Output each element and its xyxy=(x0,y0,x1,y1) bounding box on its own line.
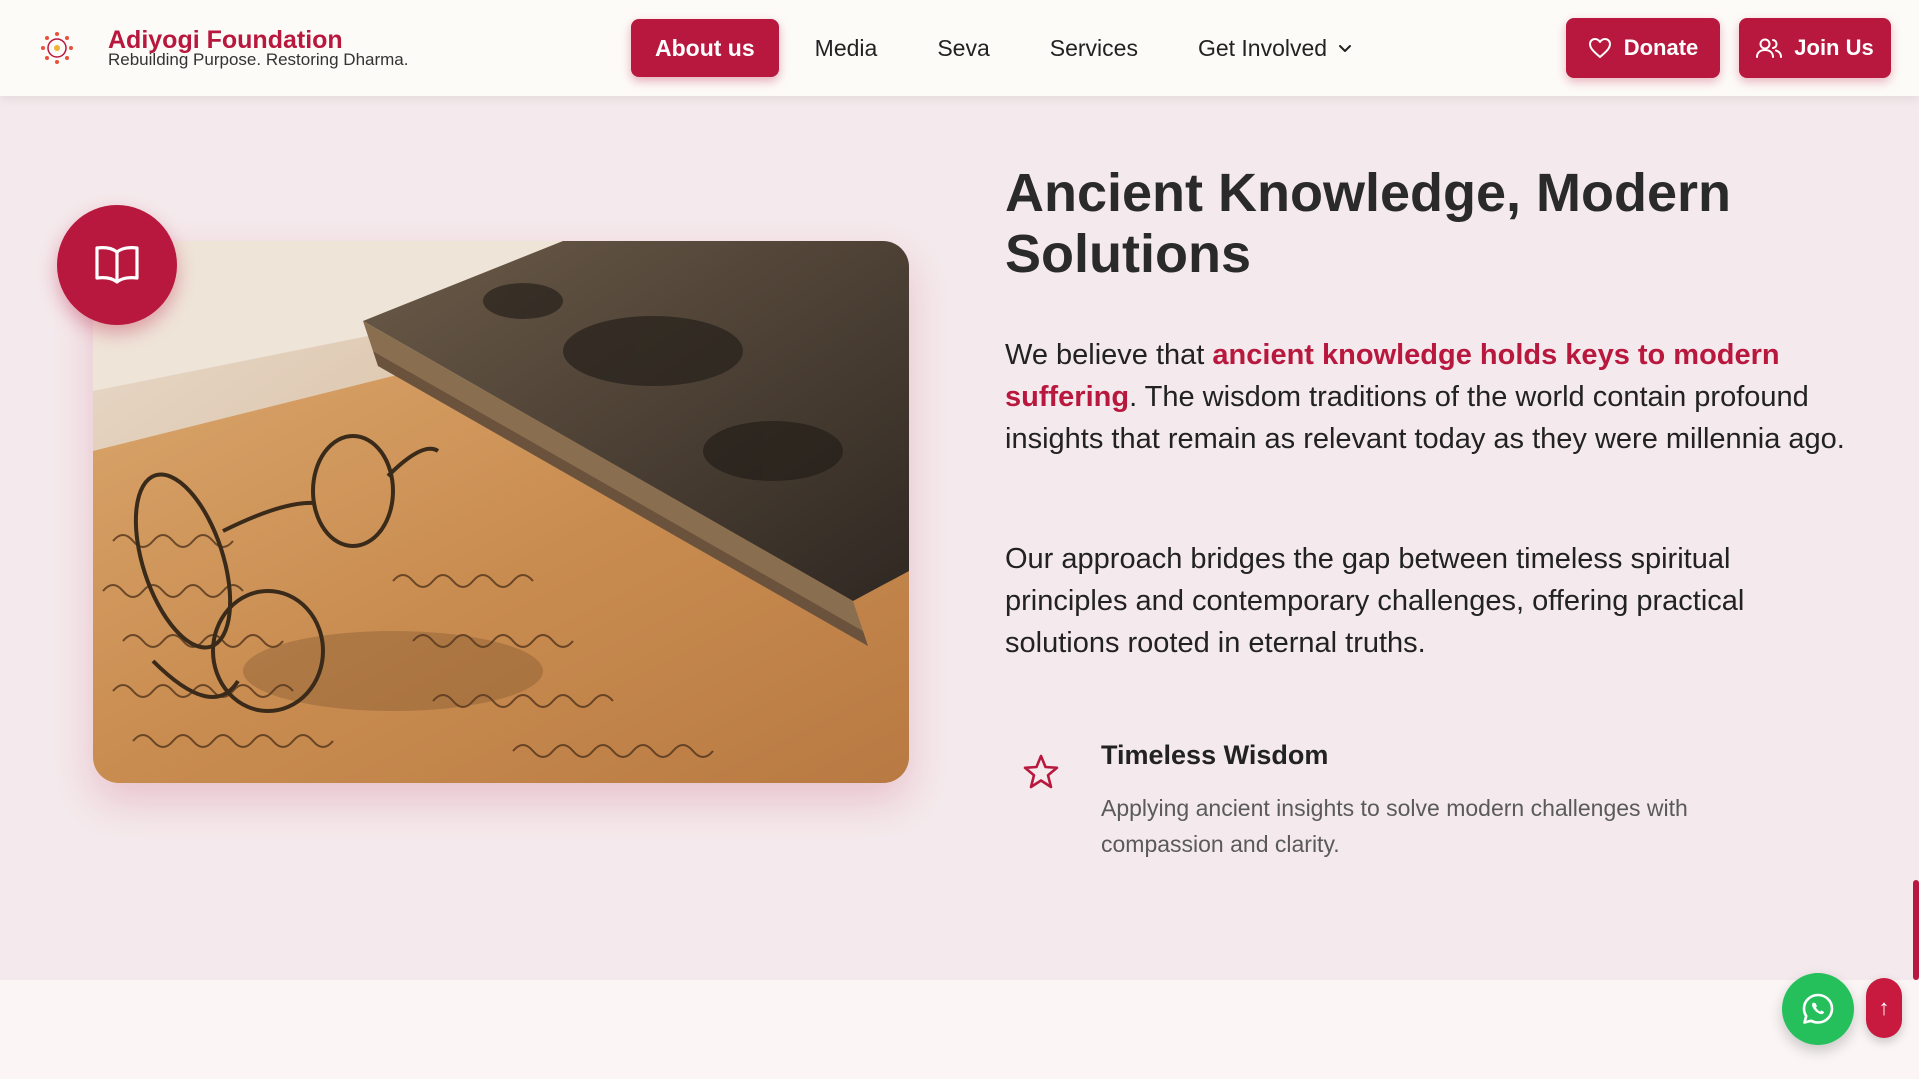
scroll-to-top-button[interactable]: ↑ xyxy=(1866,978,1902,1038)
nav-about-us[interactable]: About us xyxy=(631,19,779,77)
section-heading: Ancient Knowledge, Modern Solutions xyxy=(1005,163,1732,284)
whatsapp-button[interactable] xyxy=(1782,973,1854,1045)
chevron-down-icon xyxy=(1339,45,1352,52)
whatsapp-icon xyxy=(1802,993,1834,1024)
ancient-manuscript-image xyxy=(93,241,909,783)
main-nav: About us Media Seva Services Get Involve… xyxy=(631,19,1377,77)
brand-tagline: Rebuilding Purpose. Restoring Dharma. xyxy=(108,50,409,69)
nav-services[interactable]: Services xyxy=(1026,19,1162,77)
intro-paragraph: We believe that ancient knowledge holds … xyxy=(1005,334,1845,460)
donate-label: Donate xyxy=(1623,35,1699,60)
scrollbar-thumb[interactable] xyxy=(1913,880,1919,980)
star-icon xyxy=(1023,754,1059,789)
approach-paragraph: Our approach bridges the gap between tim… xyxy=(1005,543,1745,659)
donate-button[interactable]: Donate xyxy=(1566,18,1720,78)
users-icon xyxy=(1756,38,1783,58)
book-badge xyxy=(57,205,177,325)
feature-description: Applying ancient insights to solve moder… xyxy=(1101,795,1688,857)
logo-icon[interactable] xyxy=(40,31,74,65)
nav-get-involved-label: Get Involved xyxy=(1197,34,1328,61)
join-us-button[interactable]: Join Us xyxy=(1739,18,1891,78)
feature-title: Timeless Wisdom xyxy=(1101,740,1329,770)
intro-prefix: We believe that xyxy=(1005,339,1213,371)
join-us-label: Join Us xyxy=(1794,35,1874,60)
nav-seva[interactable]: Seva xyxy=(913,19,1013,77)
site-header: Adiyogi Foundation Rebuilding Purpose. R… xyxy=(0,0,1919,96)
next-section xyxy=(0,980,1919,1079)
brand[interactable]: Adiyogi Foundation Rebuilding Purpose. R… xyxy=(108,26,409,69)
nav-get-involved[interactable]: Get Involved xyxy=(1174,19,1377,77)
book-open-icon xyxy=(95,246,139,284)
nav-media[interactable]: Media xyxy=(791,19,902,77)
intro-suffix: . The wisdom traditions of the world con… xyxy=(1005,381,1845,455)
heart-icon xyxy=(1588,38,1611,58)
